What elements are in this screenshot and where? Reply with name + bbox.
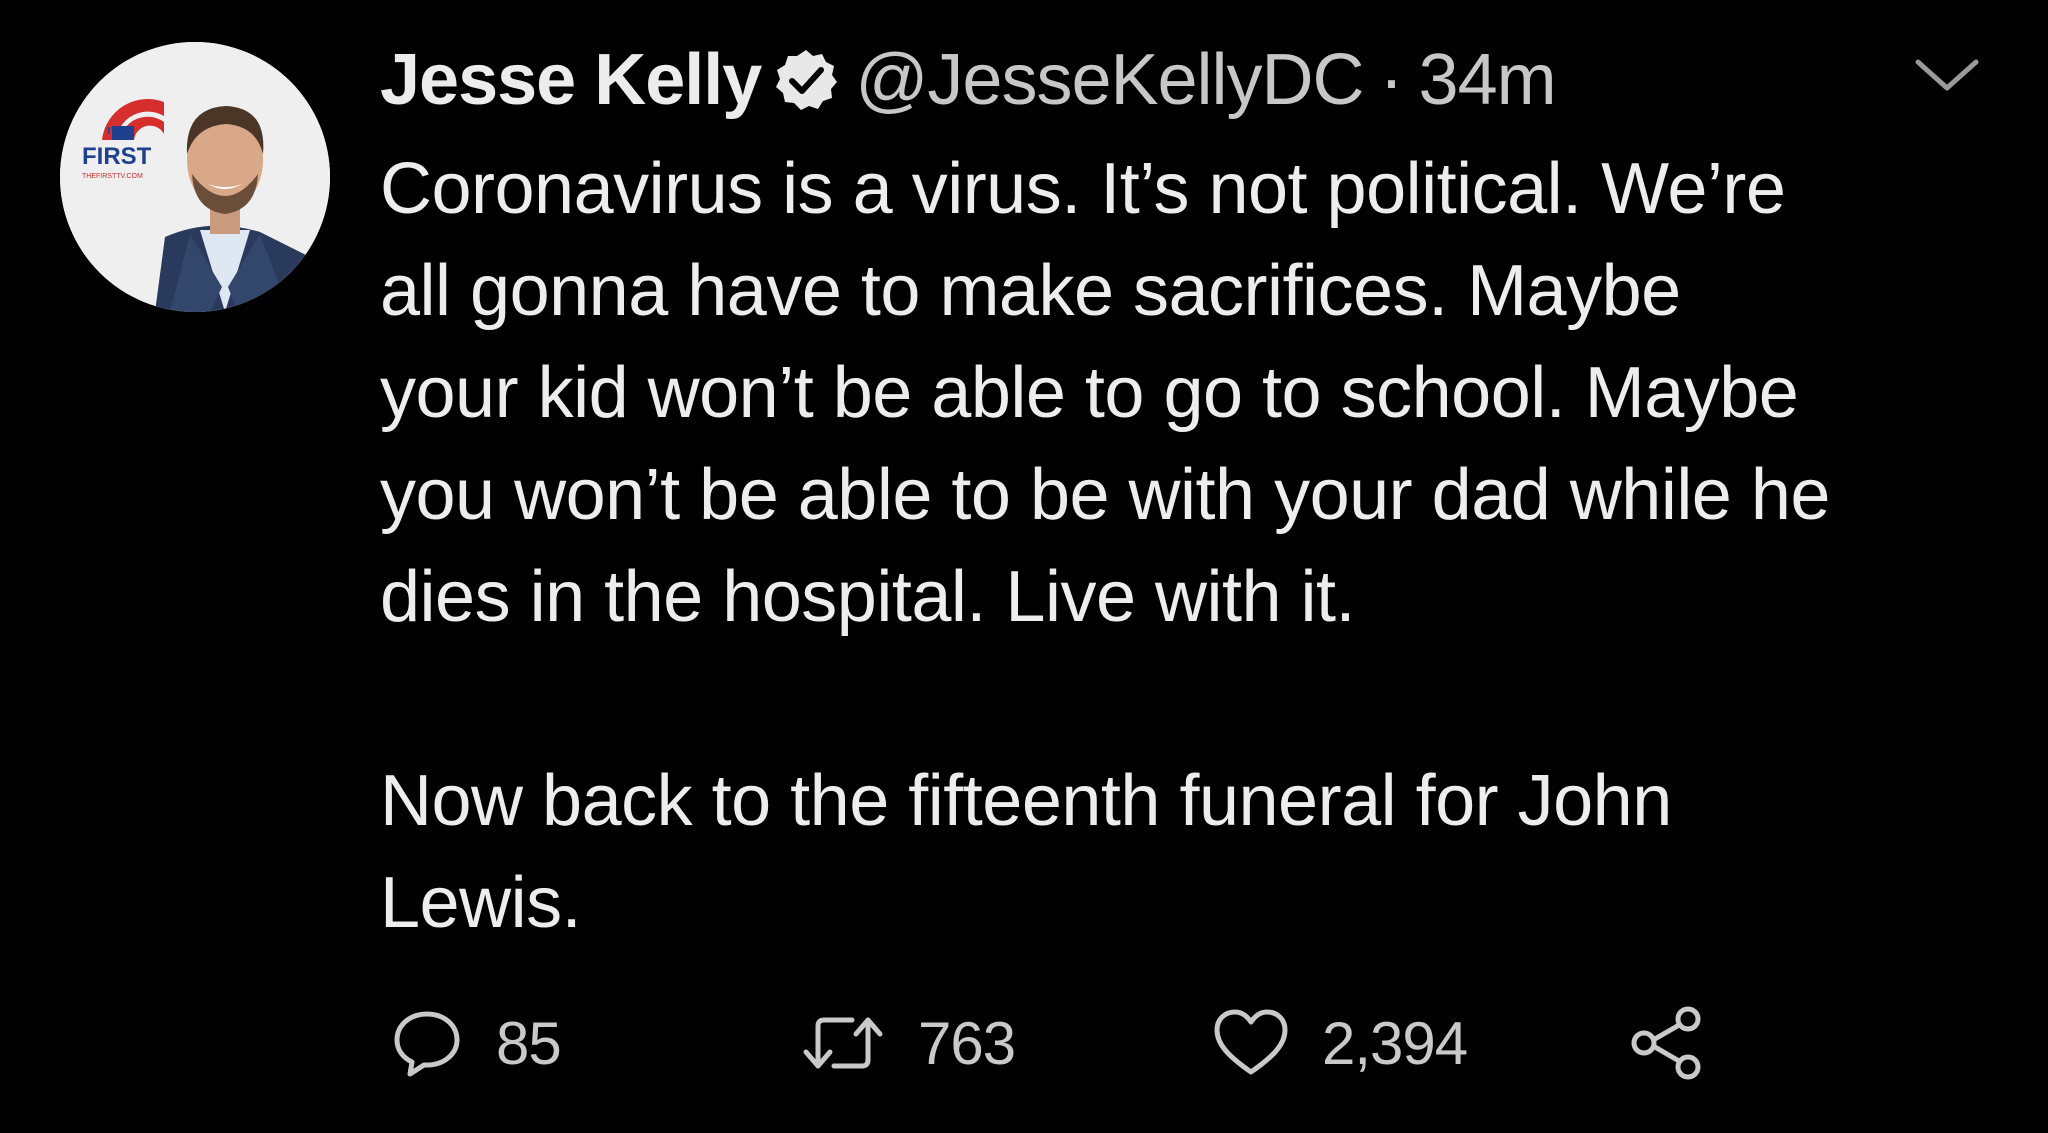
- chevron-down-icon: [1915, 59, 1979, 91]
- tweet-actions: 85 763 2,394: [380, 998, 1780, 1088]
- tweet-paragraph: Coronavirus is a virus. It’s not politic…: [380, 149, 1830, 637]
- retweet-count: 763: [918, 1009, 1016, 1077]
- tweet-paragraph: Now back to the fifteenth funeral for Jo…: [380, 761, 1672, 943]
- retweet-button[interactable]: 763: [800, 998, 1016, 1088]
- tweet-text: Coronavirus is a virus. It’s not politic…: [380, 138, 2000, 954]
- reply-icon: [394, 1011, 460, 1077]
- svg-text:FIRST: FIRST: [82, 143, 152, 170]
- heart-icon: [1214, 1009, 1288, 1075]
- author-handle[interactable]: @JesseKellyDC: [855, 39, 1364, 121]
- author-display-name[interactable]: Jesse Kelly: [380, 39, 762, 121]
- separator: ·: [1379, 40, 1404, 120]
- retweet-icon: [803, 1017, 883, 1069]
- avatar[interactable]: THE FIRST THEFIRSTTV.COM: [60, 42, 330, 312]
- avatar-image: THE FIRST THEFIRSTTV.COM: [60, 42, 330, 312]
- more-options-button[interactable]: [1912, 52, 1982, 98]
- svg-text:THE: THE: [106, 126, 124, 136]
- verified-badge-icon: [773, 47, 839, 113]
- share-icon: [1631, 1006, 1701, 1080]
- share-button[interactable]: [1628, 998, 1706, 1088]
- like-button[interactable]: 2,394: [1212, 998, 1468, 1088]
- reply-count: 85: [496, 1009, 562, 1077]
- tweet: THE FIRST THEFIRSTTV.COM Jesse Kelly @Je…: [0, 0, 2048, 1133]
- reply-button[interactable]: 85: [390, 998, 562, 1088]
- timestamp[interactable]: 34m: [1419, 39, 1557, 121]
- like-count: 2,394: [1322, 1009, 1468, 1077]
- svg-text:THEFIRSTTV.COM: THEFIRSTTV.COM: [82, 173, 143, 180]
- tweet-header: Jesse Kelly @JesseKellyDC · 34m: [380, 30, 1557, 130]
